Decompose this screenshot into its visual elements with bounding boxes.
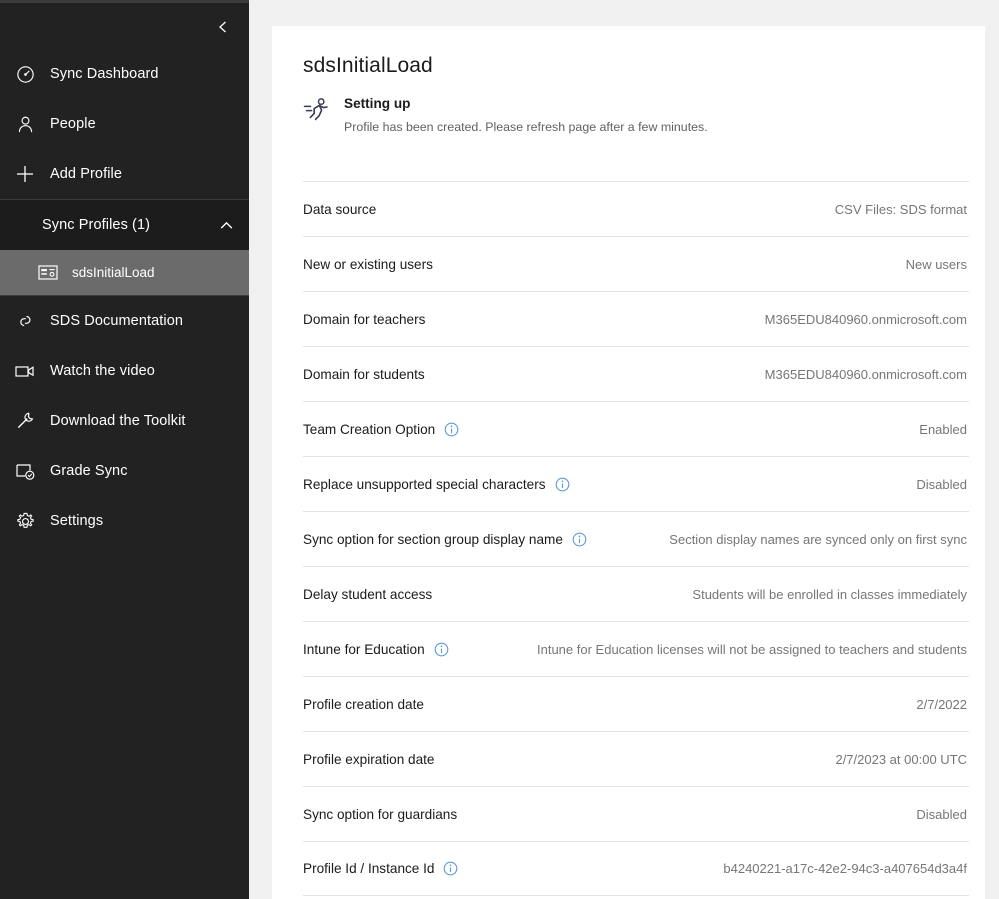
detail-value: Section display names are synced only on… bbox=[669, 531, 967, 547]
table-row: Sync option for section group display na… bbox=[303, 511, 969, 566]
info-icon[interactable] bbox=[555, 477, 570, 492]
collapse-sidebar-button[interactable] bbox=[207, 11, 239, 43]
detail-label: New or existing users bbox=[303, 256, 433, 272]
table-row: Delay student access Students will be en… bbox=[303, 566, 969, 621]
detail-label: Team Creation Option bbox=[303, 421, 436, 437]
detail-value: CSV Files: SDS format bbox=[834, 201, 967, 217]
video-icon bbox=[8, 362, 42, 380]
sidebar-item-watch-the-video[interactable]: Watch the video bbox=[0, 346, 249, 396]
detail-value: 2/7/2023 at 00:00 UTC bbox=[835, 751, 967, 767]
detail-label: Domain for teachers bbox=[303, 311, 426, 327]
details-list: Data source CSV Files: SDS format New or… bbox=[303, 181, 969, 896]
profile-card-icon bbox=[38, 264, 64, 281]
detail-label-wrap: Profile Id / Instance Id bbox=[303, 861, 458, 876]
table-row: New or existing users New users bbox=[303, 236, 969, 291]
sidebar-group-label: Sync Profiles (1) bbox=[42, 217, 151, 233]
sidebar-item-label: Settings bbox=[50, 513, 104, 529]
table-row: Replace unsupported special characters D… bbox=[303, 456, 969, 511]
link-icon bbox=[8, 310, 42, 332]
table-row: Data source CSV Files: SDS format bbox=[303, 181, 969, 236]
sidebar-subitem-label: sdsInitialLoad bbox=[72, 265, 155, 280]
plus-icon bbox=[8, 163, 42, 185]
detail-label: Delay student access bbox=[303, 586, 433, 602]
sidebar-item-label: Grade Sync bbox=[50, 463, 128, 479]
detail-label-wrap: Intune for Education bbox=[303, 642, 449, 657]
table-row: Sync option for guardians Disabled bbox=[303, 786, 969, 841]
detail-label-wrap: Sync option for section group display na… bbox=[303, 532, 587, 547]
chevron-left-icon bbox=[215, 19, 231, 35]
detail-value: M365EDU840960.onmicrosoft.com bbox=[764, 366, 967, 382]
chevron-up-icon[interactable] bbox=[218, 217, 235, 234]
grade-sync-icon bbox=[8, 461, 42, 481]
sidebar-item-label: People bbox=[50, 116, 96, 132]
detail-value: b4240221-a17c-42e2-94c3-a407654d3a4f bbox=[723, 861, 967, 876]
info-icon[interactable] bbox=[444, 422, 459, 437]
app-root: Sync Dashboard People Add Profile Sync P… bbox=[0, 0, 999, 899]
table-row: Profile expiration date 2/7/2023 at 00:0… bbox=[303, 731, 969, 786]
table-row: Domain for students M365EDU840960.onmicr… bbox=[303, 346, 969, 401]
running-person-icon bbox=[303, 94, 337, 137]
detail-value: Disabled bbox=[916, 476, 967, 492]
detail-value: Enabled bbox=[919, 421, 967, 437]
sidebar-item-add-profile[interactable]: Add Profile bbox=[0, 149, 249, 199]
info-icon[interactable] bbox=[572, 532, 587, 547]
sidebar-item-label: SDS Documentation bbox=[50, 313, 184, 329]
sidebar-item-label: Sync Dashboard bbox=[50, 66, 159, 82]
sidebar-item-sds-documentation[interactable]: SDS Documentation bbox=[0, 296, 249, 346]
detail-label: Profile Id / Instance Id bbox=[303, 861, 435, 876]
sidebar-item-grade-sync[interactable]: Grade Sync bbox=[0, 446, 249, 496]
sidebar-item-sdsinitialload[interactable]: sdsInitialLoad bbox=[0, 250, 249, 295]
sidebar-item-label: Download the Toolkit bbox=[50, 413, 186, 429]
status-description: Profile has been created. Please refresh… bbox=[344, 120, 708, 134]
detail-value: Students will be enrolled in classes imm… bbox=[692, 586, 967, 602]
detail-label: Intune for Education bbox=[303, 641, 425, 657]
detail-label: Sync option for guardians bbox=[303, 806, 458, 822]
detail-value: Disabled bbox=[916, 806, 967, 822]
gear-icon bbox=[8, 511, 42, 532]
detail-label: Profile expiration date bbox=[303, 751, 435, 767]
gauge-icon bbox=[8, 64, 42, 85]
table-row: Team Creation Option Enabled bbox=[303, 401, 969, 456]
sidebar: Sync Dashboard People Add Profile Sync P… bbox=[0, 0, 249, 899]
detail-value: New users bbox=[905, 256, 967, 272]
status-block: Setting up Profile has been created. Ple… bbox=[303, 94, 969, 143]
sidebar-item-label: Add Profile bbox=[50, 166, 123, 182]
info-icon[interactable] bbox=[434, 642, 449, 657]
detail-label-wrap: Team Creation Option bbox=[303, 422, 459, 437]
detail-label: Replace unsupported special characters bbox=[303, 476, 546, 492]
sidebar-item-people[interactable]: People bbox=[0, 99, 249, 149]
detail-label: Domain for students bbox=[303, 366, 425, 382]
detail-value: 2/7/2022 bbox=[916, 696, 967, 712]
person-icon bbox=[8, 114, 42, 135]
table-row: Intune for Education Intune for Educatio… bbox=[303, 621, 969, 676]
content-panel: sdsInitialLoad Setting up Profile has be… bbox=[272, 26, 985, 899]
table-row: Profile creation date 2/7/2022 bbox=[303, 676, 969, 731]
sidebar-item-settings[interactable]: Settings bbox=[0, 496, 249, 546]
page-title: sdsInitialLoad bbox=[303, 54, 433, 77]
detail-label: Data source bbox=[303, 201, 377, 217]
wrench-icon bbox=[8, 410, 42, 432]
detail-label-wrap: Replace unsupported special characters bbox=[303, 477, 570, 492]
sidebar-item-sync-dashboard[interactable]: Sync Dashboard bbox=[0, 49, 249, 99]
sidebar-collapse-row bbox=[0, 3, 249, 49]
info-icon[interactable] bbox=[443, 861, 458, 876]
status-title: Setting up bbox=[344, 96, 411, 111]
sidebar-group-sync-profiles[interactable]: Sync Profiles (1) bbox=[0, 200, 249, 250]
sidebar-item-label: Watch the video bbox=[50, 363, 155, 379]
detail-label: Profile creation date bbox=[303, 696, 424, 712]
sidebar-item-download-the-toolkit[interactable]: Download the Toolkit bbox=[0, 396, 249, 446]
table-row: Profile Id / Instance Id b4240221-a17c-4… bbox=[303, 841, 969, 896]
detail-value: M365EDU840960.onmicrosoft.com bbox=[764, 311, 967, 327]
detail-value: Intune for Education licenses will not b… bbox=[537, 641, 967, 657]
detail-label: Sync option for section group display na… bbox=[303, 531, 563, 547]
table-row: Domain for teachers M365EDU840960.onmicr… bbox=[303, 291, 969, 346]
